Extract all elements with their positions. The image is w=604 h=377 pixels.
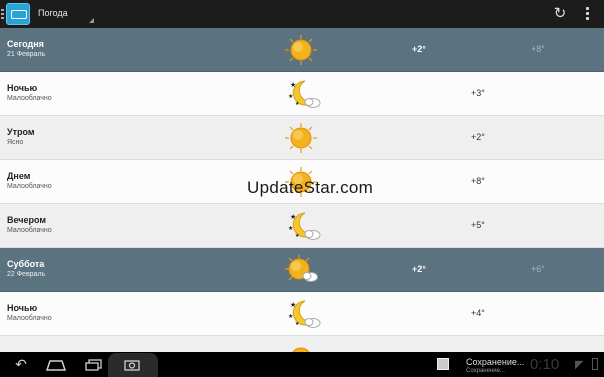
temperature-main: +2° [412,264,426,274]
clock[interactable]: 0:10 [530,356,559,373]
row-title: Сегодня [7,39,44,49]
screenshot-icon[interactable] [122,356,142,373]
temperature: +4° [471,308,485,318]
svg-text:★: ★ [290,81,296,89]
sun-cloud-icon [285,255,318,282]
row-subtitle: 22 Февраль [7,271,46,278]
row-title: Утром [7,127,35,137]
svg-text:★: ★ [295,321,300,327]
forecast-row-partial[interactable] [0,336,604,352]
moon-cloud-icon: ★★★ [288,212,321,240]
sun-icon [292,347,310,352]
notification-title[interactable]: Сохранение... [466,357,524,367]
refresh-icon[interactable]: ↻ [552,6,568,22]
recents-icon[interactable] [84,356,104,373]
notification-image-icon[interactable] [437,358,449,370]
overflow-icon[interactable] [584,7,590,21]
row-title: Вечером [7,215,47,225]
home-icon[interactable] [44,356,68,373]
svg-text:★: ★ [295,101,300,107]
svg-text:★: ★ [290,213,296,221]
temperature: +5° [471,220,485,230]
menu-lines-icon[interactable] [1,9,4,19]
notification-subtitle[interactable]: Сохранение... [466,368,505,374]
row-title: Ночью [7,303,38,313]
svg-text:★: ★ [288,313,293,320]
row-subtitle: Малооблачно [7,183,52,190]
action-bar: Погода ↻ [0,0,604,28]
moon-cloud-icon: ★★★ [288,300,321,328]
forecast-row-day[interactable]: Сегодня 21 Февраль +2° +8° [0,28,604,72]
moon-cloud-icon: ★★★ [288,80,321,108]
row-subtitle: 21 Февраль [7,51,46,58]
row-subtitle: Малооблачно [7,315,52,322]
watermark: UpdateStar.com [247,178,374,197]
temperature-alt: +6° [531,264,545,274]
system-navigation-bar: ↶ Сохранение... Сохранение... 0:10 ◤ [0,352,604,377]
row-title: Ночью [7,83,38,93]
spinner-dropdown-indicator-icon[interactable] [89,18,94,23]
row-subtitle: Малооблачно [7,227,52,234]
forecast-row-day[interactable]: Суббота 22 Февраль +2° +6° [0,248,604,292]
row-title: Суббота [7,259,45,269]
temperature-alt: +8° [531,44,545,54]
svg-text:★: ★ [290,301,296,309]
temperature: +3° [471,88,485,98]
wifi-icon: ◤ [575,359,584,371]
svg-text:★: ★ [295,233,300,239]
sun-icon [285,123,317,153]
row-title: Днем [7,171,31,181]
sun-icon [285,35,317,65]
temperature: +2° [471,132,485,142]
forecast-row-period[interactable]: Ночью Малооблачно ★ ★ ★ +3° [0,72,604,116]
svg-text:★: ★ [288,93,293,100]
app-title[interactable]: Погода [38,8,68,18]
row-subtitle: Малооблачно [7,95,52,102]
forecast-row-period[interactable]: Утром Ясно +2° [0,116,604,160]
temperature-main: +2° [412,44,426,54]
temperature: +8° [471,176,485,186]
forecast-row-period[interactable]: Ночью Малооблачно ★ ★ ★ +4° [0,292,604,336]
row-subtitle: Ясно [7,139,24,146]
svg-text:★: ★ [288,225,293,232]
weather-app-icon[interactable] [6,3,30,25]
forecast-row-period[interactable]: Вечером Малооблачно ★ ★ ★ +5° [0,204,604,248]
back-icon[interactable]: ↶ [10,356,32,373]
battery-icon [592,358,598,370]
